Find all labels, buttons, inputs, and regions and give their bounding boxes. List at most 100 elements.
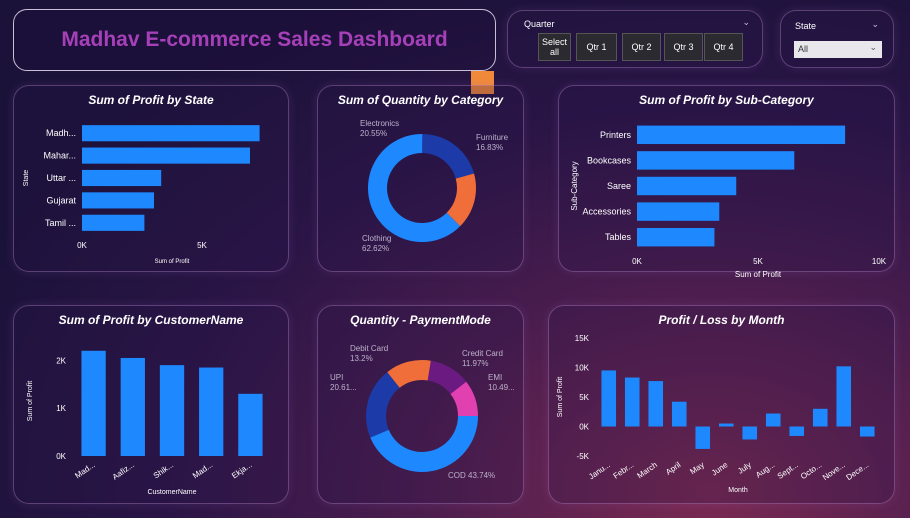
tick-label: 5K — [579, 393, 589, 402]
bar — [765, 413, 781, 427]
category-label: Saree — [607, 181, 631, 191]
category-label: Aug... — [754, 460, 776, 479]
category-label: Octo... — [799, 460, 823, 481]
panel-profit-loss-by-month: Profit / Loss by Month Janu... Febr... Mar… — [548, 305, 895, 504]
bar — [637, 125, 846, 145]
category-label: Tamil ... — [45, 218, 76, 228]
axis-label-x: Month — [728, 487, 748, 494]
tick-label: 10K — [575, 364, 590, 373]
quarter-slicer[interactable]: Quarter ⌄ Select all Qtr 1 Qtr 2 Qtr 3 Q… — [507, 10, 763, 68]
slice-percent: 20.55% — [360, 129, 387, 138]
slice-percent: 20.61... — [330, 383, 357, 392]
slice-label: Credit Card — [462, 349, 503, 358]
chart-profit-by-customer: Mad... Aafiz... Shik... Mad... Ekja... 0K 1K 2K… — [27, 350, 263, 496]
quarter-option-qtr4[interactable]: Qtr 4 — [704, 33, 743, 61]
category-label: Mahar... — [43, 151, 76, 161]
state-slicer-label: State — [795, 21, 817, 31]
axis-label-y: Sum of Profit — [557, 377, 564, 418]
state-dropdown[interactable]: All ⌄ — [794, 41, 882, 58]
bar — [648, 381, 664, 427]
category-label: Ekja... — [230, 460, 253, 480]
category-label: Sept... — [776, 460, 800, 481]
bar — [120, 357, 145, 456]
panel-profit-by-customer: Sum of Profit by CustomerName Mad... Aafi… — [13, 305, 289, 504]
slice-percent: 11.97% — [462, 359, 489, 368]
chart-profit-loss-by-month: Janu... Febr... March April May June July Aug..… — [557, 334, 875, 494]
tick-label: 5K — [197, 241, 207, 250]
bar — [238, 393, 263, 456]
donut-slice — [422, 134, 475, 179]
bar — [671, 401, 687, 427]
category-label: June — [710, 460, 730, 478]
quarter-option-qtr2[interactable]: Qtr 2 — [622, 33, 661, 61]
slice-percent: 10.49... — [488, 383, 515, 392]
category-label: Dece... — [844, 460, 870, 482]
bar — [81, 350, 106, 456]
bar — [836, 366, 852, 427]
bar — [601, 370, 617, 427]
category-label: Uttar ... — [46, 173, 76, 183]
category-label: Janu... — [587, 460, 612, 481]
bar — [742, 426, 758, 440]
slice-label: EMI — [488, 373, 502, 382]
bar — [82, 147, 250, 164]
tick-label: 0K — [56, 452, 66, 461]
bar — [82, 192, 154, 209]
axis-label-y: State — [23, 170, 30, 186]
bar — [199, 367, 224, 456]
bar — [695, 426, 711, 449]
category-label: Mad... — [73, 460, 96, 480]
axis-label-y: Sub-Category — [570, 161, 579, 210]
category-label: Gujarat — [46, 195, 76, 205]
bar — [624, 377, 640, 427]
category-label: Shik... — [152, 460, 175, 480]
tick-label: 2K — [56, 356, 66, 365]
slice-percent: 13.2% — [350, 354, 373, 363]
state-slicer[interactable]: State ⌄ All ⌄ — [780, 10, 894, 68]
axis-label-x: Sum of Profit — [155, 259, 190, 265]
tick-label: 5K — [753, 257, 763, 266]
quarter-option-select-all[interactable]: Select all — [538, 33, 571, 61]
bar — [859, 426, 875, 437]
bar — [82, 125, 260, 142]
quarter-option-qtr1[interactable]: Qtr 1 — [576, 33, 617, 61]
chart-quantity-by-category: Clothing62.62% Electronics20.55% Furniture… — [360, 119, 509, 253]
tick-label: 0K — [77, 241, 87, 250]
slice-percent: 62.62% — [362, 244, 389, 253]
chart-quantity-paymentmode: COD 43.74% UPI20.61... Debit Card13.2% Cred… — [330, 344, 515, 480]
slice-label: UPI — [330, 373, 343, 382]
slice-label: Debit Card — [350, 344, 388, 353]
dashboard-title-box: Madhav E-commerce Sales Dashboard — [13, 9, 496, 71]
quarter-option-qtr3[interactable]: Qtr 3 — [664, 33, 703, 61]
chevron-down-icon[interactable]: ⌄ — [871, 19, 879, 30]
category-label: Nove... — [821, 460, 847, 482]
slice-percent: 16.83% — [476, 143, 503, 152]
bar — [789, 426, 805, 436]
bar — [637, 151, 795, 170]
bar — [82, 214, 145, 231]
tick-label: 1K — [56, 404, 66, 413]
category-label: Febr... — [612, 460, 636, 480]
category-label: Printers — [600, 130, 632, 140]
bar — [637, 176, 737, 196]
tick-label: 0K — [632, 257, 642, 266]
bar — [159, 365, 185, 456]
category-label: May — [688, 460, 706, 476]
bar — [718, 423, 734, 427]
axis-label-x: Sum of Profit — [735, 270, 782, 279]
chevron-down-icon[interactable]: ⌄ — [742, 17, 750, 28]
chart-profit-by-state: Madh... Mahar... Uttar ... Gujarat Tamil ...… — [23, 125, 260, 265]
chart-profit-by-subcategory: Printers Bookcases Saree Accessories Tables 0… — [570, 125, 887, 279]
category-label: Mad... — [191, 460, 214, 480]
category-label: Aafiz... — [111, 460, 136, 481]
category-label: July — [736, 460, 753, 476]
tick-label: 15K — [575, 334, 590, 343]
category-label: Madh... — [46, 128, 76, 138]
bar — [812, 408, 828, 427]
panel-quantity-paymentmode: Quantity - PaymentMode COD 43.74% UPI 20.6… — [317, 305, 524, 504]
slice-label: Clothing — [362, 234, 391, 243]
chevron-down-icon: ⌄ — [869, 42, 877, 52]
slice-label: COD 43.74% — [448, 471, 495, 480]
quarter-slicer-label: Quarter — [524, 19, 555, 29]
axis-label-x: CustomerName — [147, 489, 196, 496]
